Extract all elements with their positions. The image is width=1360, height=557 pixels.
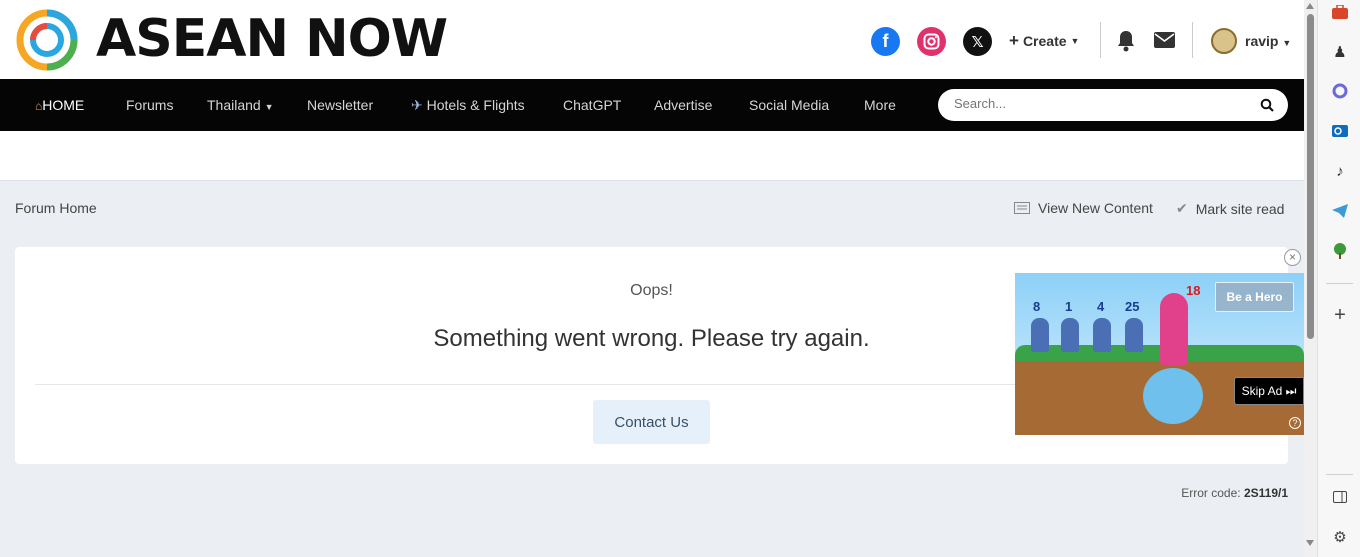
briefcase-icon[interactable] bbox=[1330, 2, 1350, 22]
ad-hero-figure bbox=[1125, 318, 1143, 352]
chess-piece-icon[interactable]: ♟ bbox=[1330, 42, 1350, 62]
search-input[interactable] bbox=[954, 96, 1234, 111]
nav-item-forums[interactable]: Forums bbox=[126, 97, 173, 113]
facebook-icon[interactable]: f bbox=[871, 27, 900, 56]
sidebar-divider bbox=[1326, 283, 1353, 284]
ad-hero-figure bbox=[1093, 318, 1111, 352]
error-code-label: Error code: bbox=[1181, 486, 1241, 500]
nav-item-advertise[interactable]: Advertise bbox=[654, 97, 712, 113]
checkmark-icon: ✔ bbox=[1176, 200, 1188, 216]
page-scrollbar[interactable] bbox=[1304, 0, 1317, 557]
mark-site-read-link[interactable]: ✔ Mark site read bbox=[1176, 200, 1284, 217]
nav-label: HOME bbox=[42, 97, 85, 113]
browser-sidebar: ♟ ♪ + ⚙ bbox=[1317, 0, 1360, 557]
ad-age-badge: 18 bbox=[1186, 283, 1201, 298]
telegram-icon[interactable] bbox=[1330, 201, 1350, 221]
user-menu[interactable]: ravip ▼ bbox=[1245, 33, 1291, 49]
breadcrumb-forum-home[interactable]: Forum Home bbox=[15, 200, 97, 216]
caret-down-icon: ▼ bbox=[1282, 38, 1292, 48]
create-menu-button[interactable]: + Create ▼ bbox=[1009, 31, 1079, 51]
copilot-icon[interactable] bbox=[1330, 81, 1350, 101]
scroll-down-arrow-icon[interactable] bbox=[1306, 540, 1314, 546]
newspaper-icon bbox=[1014, 202, 1030, 214]
mark-site-read-label: Mark site read bbox=[1195, 200, 1285, 217]
add-icon[interactable]: + bbox=[1330, 304, 1350, 326]
close-ad-icon[interactable]: × bbox=[1284, 249, 1301, 266]
ad-number: 8 bbox=[1033, 299, 1041, 314]
ad-number: 1 bbox=[1065, 299, 1073, 314]
main-navigation: ⌂HOME Forums Thailand ▼ Newsletter ✈ Hot… bbox=[0, 79, 1304, 131]
site-logo-text[interactable]: ASEAN NOW bbox=[96, 6, 448, 72]
nav-item-more[interactable]: More bbox=[864, 97, 896, 113]
header-spacer-band bbox=[0, 131, 1304, 181]
ad-hero-figure bbox=[1031, 318, 1049, 352]
view-new-content-label: View New Content bbox=[1038, 200, 1153, 216]
site-header: ASEAN NOW f 𝕏 + Create ▼ ravip ▼ bbox=[0, 0, 1304, 79]
skip-ad-button[interactable]: Skip Ad ⏭ bbox=[1234, 377, 1304, 405]
view-new-content-link[interactable]: View New Content bbox=[1014, 200, 1153, 216]
create-label: Create bbox=[1022, 33, 1067, 49]
nav-item-home[interactable]: ⌂HOME bbox=[35, 97, 84, 113]
header-divider bbox=[1192, 22, 1193, 58]
nav-item-thailand[interactable]: Thailand ▼ bbox=[207, 97, 274, 113]
nav-item-newsletter[interactable]: Newsletter bbox=[307, 97, 373, 113]
ad-number: 4 bbox=[1097, 299, 1105, 314]
sidebar-toggle-icon[interactable] bbox=[1330, 487, 1350, 507]
search-icon[interactable] bbox=[1260, 98, 1274, 112]
notifications-bell-icon[interactable] bbox=[1116, 30, 1136, 52]
error-code-value: 2S119/1 bbox=[1243, 486, 1288, 500]
ad-monster-figure bbox=[1143, 368, 1203, 424]
ad-number: 25 bbox=[1125, 299, 1140, 314]
sidebar-divider bbox=[1326, 474, 1353, 475]
nav-label: Hotels & Flights bbox=[426, 97, 525, 113]
instagram-icon[interactable] bbox=[917, 27, 946, 56]
contact-us-button[interactable]: Contact Us bbox=[593, 400, 710, 444]
ad-help-icon[interactable]: ? bbox=[1289, 417, 1301, 429]
settings-gear-icon[interactable]: ⚙ bbox=[1330, 527, 1350, 547]
asean-now-logo-icon[interactable] bbox=[14, 7, 80, 73]
search-box[interactable] bbox=[938, 89, 1288, 121]
ad-cta-button[interactable]: Be a Hero bbox=[1215, 282, 1294, 312]
nav-item-hotels-flights[interactable]: ✈ Hotels & Flights bbox=[411, 97, 525, 114]
scroll-thumb[interactable] bbox=[1307, 14, 1314, 339]
ad-hero-figure bbox=[1061, 318, 1079, 352]
header-divider bbox=[1100, 22, 1101, 58]
caret-down-icon: ▼ bbox=[264, 102, 274, 112]
caret-down-icon: ▼ bbox=[1070, 36, 1080, 46]
tree-icon[interactable] bbox=[1330, 241, 1350, 261]
username-label: ravip bbox=[1245, 33, 1279, 49]
airplane-icon: ✈ bbox=[411, 97, 423, 113]
games-icon[interactable]: ♪ bbox=[1330, 161, 1350, 181]
ad-princess-figure bbox=[1160, 293, 1188, 365]
messages-envelope-icon[interactable] bbox=[1154, 32, 1175, 48]
nav-item-chatgpt[interactable]: ChatGPT bbox=[563, 97, 621, 113]
plus-icon: + bbox=[1009, 31, 1019, 50]
outlook-icon[interactable] bbox=[1330, 121, 1350, 141]
x-twitter-icon[interactable]: 𝕏 bbox=[963, 27, 992, 56]
nav-label: Thailand bbox=[207, 97, 261, 113]
user-avatar[interactable] bbox=[1211, 28, 1237, 54]
error-code: Error code: 2S119/1 bbox=[1181, 486, 1288, 500]
video-ad[interactable]: 8 1 4 25 18 Be a Hero Skip Ad ⏭ ? bbox=[1015, 273, 1304, 435]
nav-item-social-media[interactable]: Social Media bbox=[749, 97, 829, 113]
scroll-up-arrow-icon[interactable] bbox=[1306, 3, 1314, 9]
